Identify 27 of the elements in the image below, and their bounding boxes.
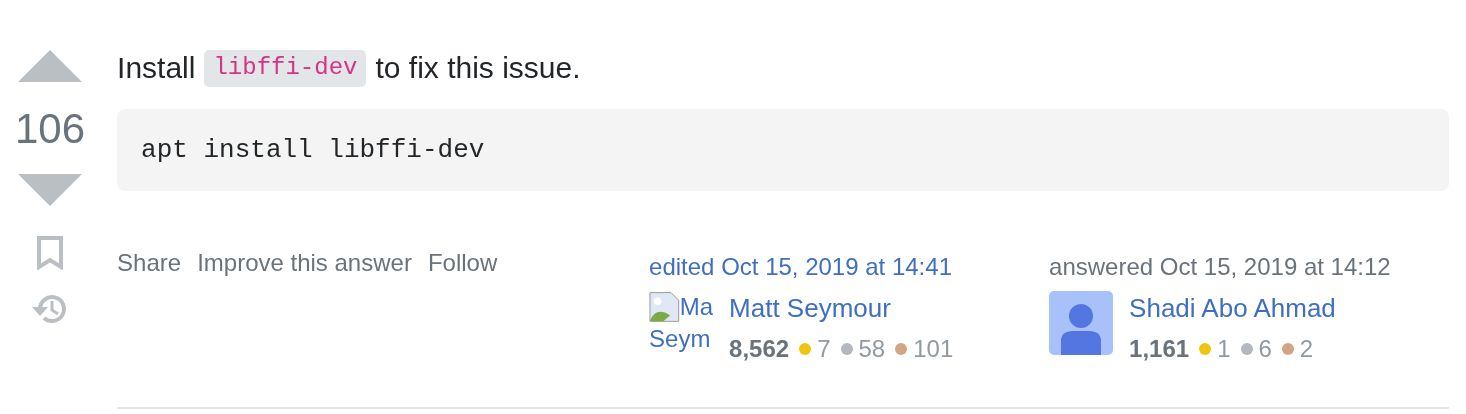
vote-count: 106 <box>15 108 86 150</box>
reputation-score: 8,562 <box>729 333 790 364</box>
downvote-button[interactable] <box>18 174 83 206</box>
inline-code: libffi-dev <box>204 50 367 87</box>
broken-image-icon <box>649 290 680 323</box>
user-name[interactable]: Matt Seymour <box>729 292 891 323</box>
badge-count: 1 <box>1217 333 1231 364</box>
upvote-button[interactable] <box>18 50 83 82</box>
answer-text: to fix this issue. <box>375 50 581 87</box>
badge-count: 58 <box>858 333 886 364</box>
bookmark-icon[interactable] <box>36 236 65 270</box>
avatar-alt-text: Seym <box>649 323 712 354</box>
action-link[interactable]: Follow <box>427 244 498 367</box>
badge-count: 2 <box>1299 333 1314 364</box>
badge-count: 7 <box>817 333 831 364</box>
code-block: apt install libffi-dev <box>117 108 1450 191</box>
action-link[interactable]: Share <box>117 244 182 367</box>
action-link[interactable]: Improve this answer <box>197 244 412 367</box>
user-name[interactable]: Shadi Abo Ahmad <box>1129 292 1336 323</box>
avatar-alt-text: Ma <box>679 291 714 322</box>
avatar[interactable] <box>1049 290 1114 355</box>
badge-count: 101 <box>913 333 954 364</box>
post-timestamp[interactable]: edited Oct 15, 2019 at 14:41 <box>649 248 1050 285</box>
reputation-score: 1,161 <box>1129 333 1190 364</box>
post-timestamp[interactable]: answered Oct 15, 2019 at 14:12 <box>1049 248 1450 285</box>
answer-text: Install <box>117 50 196 87</box>
badge-count: 6 <box>1258 333 1272 364</box>
